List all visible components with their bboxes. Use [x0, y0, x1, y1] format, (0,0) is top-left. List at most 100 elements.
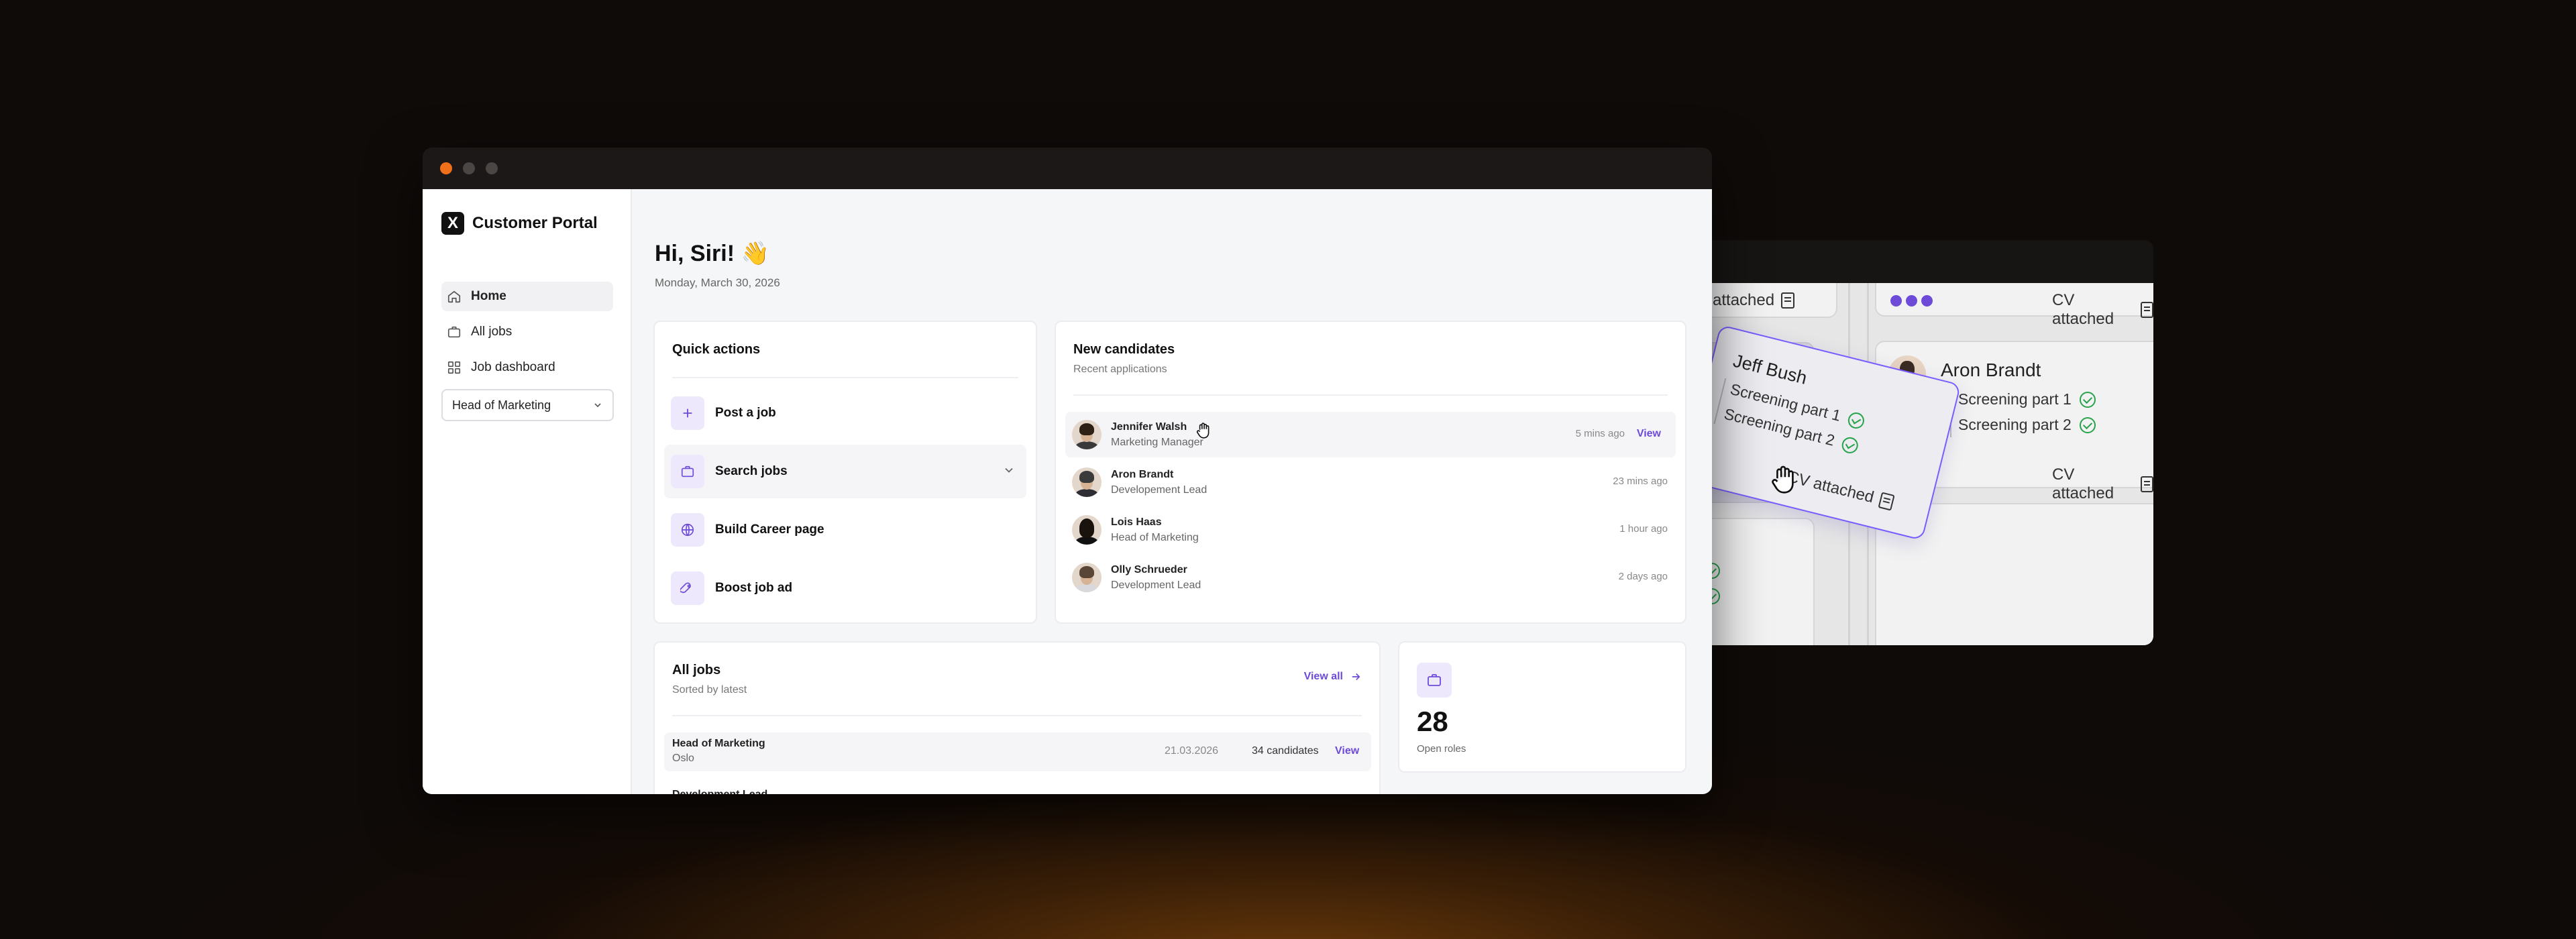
quick-action-label: Search jobs	[715, 464, 788, 478]
view-all-label: View all	[1303, 671, 1343, 682]
check-circle-icon	[1846, 410, 1866, 431]
quick-action-boost-job-ad[interactable]: Boost job ad	[664, 561, 1026, 615]
card-subtitle: Sorted by latest	[672, 684, 747, 696]
candidate-row[interactable]: Lois Haas Head of Marketing 1 hour ago	[1065, 507, 1676, 553]
main-content: Hi, Siri! 👋 Monday, March 30, 2026 Quick…	[632, 189, 1712, 794]
arrow-right-icon	[1352, 673, 1360, 681]
quick-action-label: Build Career page	[715, 522, 824, 537]
briefcase-icon	[1417, 663, 1452, 698]
sidebar-item-label: Home	[471, 289, 506, 303]
grab-hand-cursor-icon	[1768, 464, 1799, 502]
document-icon	[1878, 492, 1895, 511]
open-roles-label: Open roles	[1417, 743, 1466, 755]
quick-action-search-jobs[interactable]: Search jobs	[664, 445, 1026, 498]
avatar	[1072, 515, 1102, 545]
candidate-row[interactable]: Jennifer Walsh Marketing Manager 5 mins …	[1065, 412, 1676, 457]
avatar	[1072, 420, 1102, 449]
candidate-time: 2 days ago	[1618, 571, 1668, 582]
rocket-icon	[671, 571, 704, 605]
cv-attached-row: CV attached	[2052, 465, 2153, 503]
minimize-window-button[interactable]	[463, 162, 475, 174]
candidate-time: 1 hour ago	[1619, 523, 1668, 535]
brand[interactable]: X Customer Portal	[441, 212, 598, 235]
card-subtitle: Recent applications	[1073, 364, 1167, 375]
candidate-time: 5 mins ago	[1575, 428, 1625, 439]
page-title: Hi, Siri! 👋	[655, 241, 769, 266]
candidate-name: Olly Schrueder	[1111, 564, 1187, 575]
avatar	[1072, 467, 1102, 497]
candidate-row[interactable]: Aron Brandt Developement Lead 23 mins ag…	[1065, 459, 1676, 505]
candidate-name: Lois Haas	[1111, 516, 1162, 528]
card-title: Quick actions	[672, 342, 761, 357]
divider	[1073, 394, 1668, 396]
job-title: Head of Marketing	[672, 738, 765, 749]
candidate-name: Aron Brandt	[1941, 360, 2041, 380]
quick-action-build-career-page[interactable]: Build Career page	[664, 503, 1026, 557]
job-select[interactable]: Head of Marketing	[441, 389, 614, 421]
job-select-value: Head of Marketing	[452, 398, 551, 412]
briefcase-icon	[447, 326, 461, 338]
divider	[672, 715, 1362, 716]
all-jobs-card: All jobs Sorted by latest View all Head …	[653, 641, 1381, 794]
candidate-role: Development Lead	[1111, 579, 1201, 591]
brand-name: Customer Portal	[472, 214, 598, 232]
chevron-down-icon	[594, 403, 601, 408]
candidate-row[interactable]: Olly Schrueder Development Lead 2 days a…	[1065, 555, 1676, 600]
pointer-cursor-icon	[1195, 421, 1212, 445]
plus-icon	[671, 396, 704, 430]
home-icon	[447, 290, 461, 303]
check-circle-icon	[2079, 391, 2096, 408]
sidebar-item-label: All jobs	[471, 325, 513, 339]
logo-icon: X	[441, 212, 464, 235]
sidebar: X Customer Portal Home All jobs Job dash…	[423, 189, 632, 794]
screening-label: Screening part 1	[1958, 390, 2072, 408]
open-roles-count: 28	[1417, 706, 1448, 737]
new-candidates-card: New candidates Recent applications Jenni…	[1055, 321, 1686, 624]
quick-action-label: Boost job ad	[715, 581, 793, 595]
sidebar-item-all-jobs[interactable]: All jobs	[441, 317, 613, 347]
view-candidate-link[interactable]: View	[1637, 428, 1661, 440]
more-dots-icon[interactable]	[1890, 295, 1933, 307]
document-icon	[2141, 476, 2153, 492]
chevron-down-icon[interactable]	[1002, 463, 1016, 477]
quick-action-label: Post a job	[715, 406, 776, 420]
sidebar-item-home[interactable]: Home	[441, 282, 613, 311]
candidate-name: Jennifer Walsh	[1111, 421, 1187, 433]
current-date: Monday, March 30, 2026	[655, 276, 780, 289]
card-title: New candidates	[1073, 342, 1175, 357]
globe-icon	[671, 513, 704, 547]
candidate-role: Head of Marketing	[1111, 532, 1199, 543]
job-date: 21.03.2026	[1165, 745, 1219, 757]
cv-attached-row: CV attached	[1785, 467, 1895, 512]
quick-action-post-job[interactable]: Post a job	[664, 386, 1026, 440]
view-all-link[interactable]: View all	[1304, 671, 1362, 683]
sidebar-item-job-dashboard[interactable]: Job dashboard	[441, 353, 613, 382]
document-icon	[1781, 292, 1795, 309]
maximize-window-button[interactable]	[486, 162, 498, 174]
job-title[interactable]: Development Lead	[672, 789, 767, 794]
briefcase-icon	[671, 455, 704, 488]
check-circle-icon	[2079, 417, 2096, 433]
card-title: All jobs	[672, 663, 721, 677]
divider	[672, 377, 1018, 378]
job-candidate-count: 34 candidates	[1252, 745, 1319, 757]
candidate-time: 23 mins ago	[1613, 476, 1668, 487]
check-circle-icon	[1840, 435, 1860, 455]
document-icon	[2141, 302, 2153, 318]
view-job-link[interactable]: View	[1335, 745, 1359, 757]
candidate-role: Developement Lead	[1111, 484, 1208, 496]
avatar	[1072, 563, 1102, 592]
cv-attached-row: CV attached	[2052, 291, 2153, 329]
screening-row: Screening part 1	[1958, 390, 2096, 408]
screening-row: Screening part 2	[1958, 416, 2096, 434]
job-location: Oslo	[672, 753, 694, 764]
sidebar-nav: Home All jobs Job dashboard	[441, 282, 613, 388]
quick-actions-card: Quick actions Post a job Search jobs Bui…	[653, 321, 1037, 624]
sidebar-item-label: Job dashboard	[471, 360, 555, 374]
close-window-button[interactable]	[440, 162, 452, 174]
job-row[interactable]: Head of Marketing Oslo 21.03.2026 34 can…	[664, 732, 1371, 771]
cv-attached-label: CV attached	[2052, 291, 2114, 328]
grid-icon	[447, 361, 461, 374]
candidate-name: Aron Brandt	[1111, 469, 1174, 480]
screening-label: Screening part 2	[1958, 416, 2072, 433]
